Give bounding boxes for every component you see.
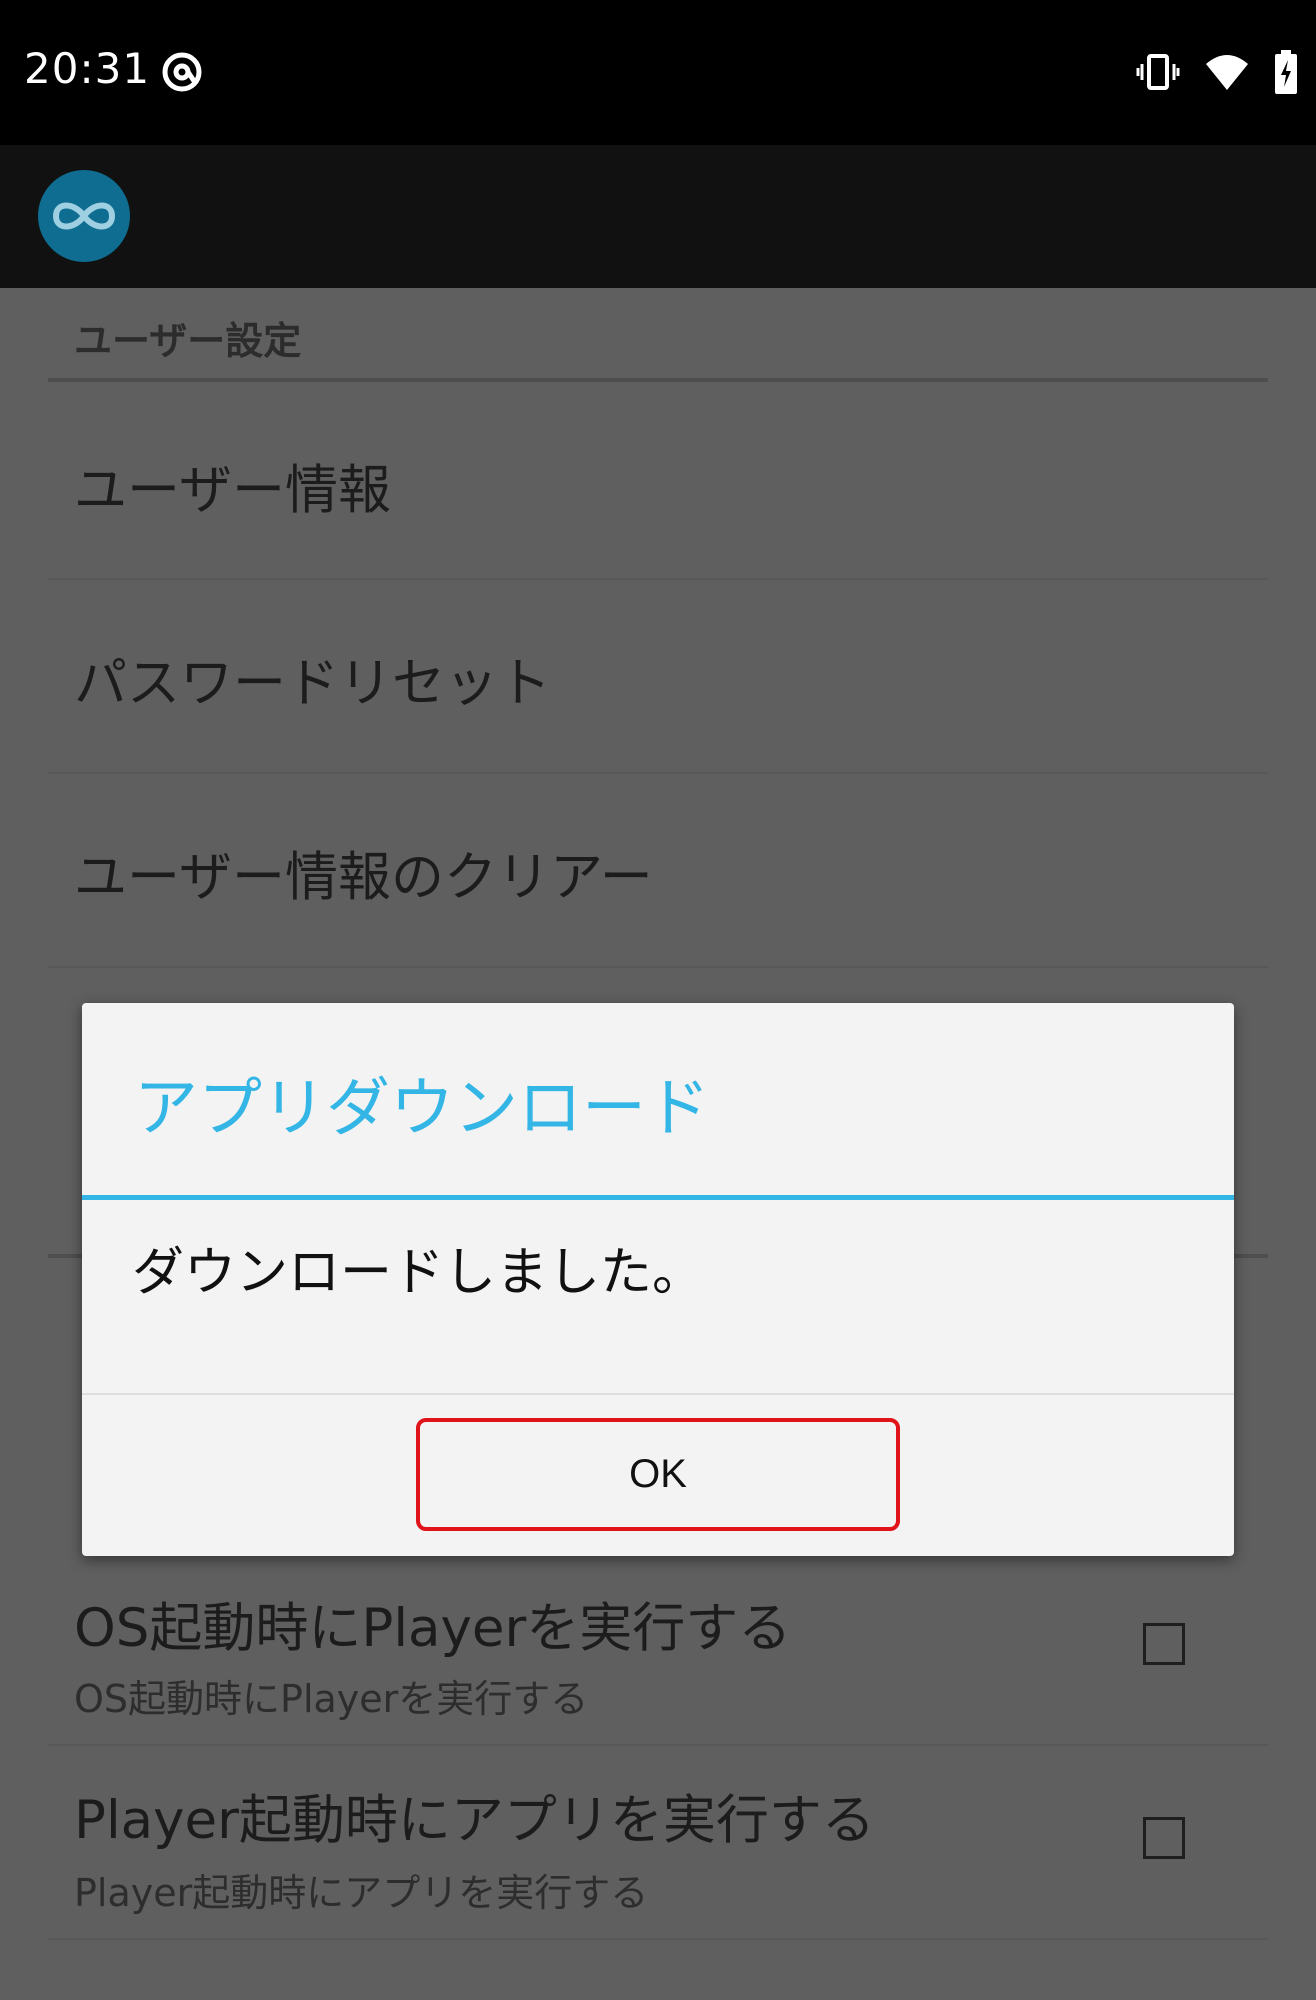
dialog-title-divider	[82, 1195, 1234, 1200]
item-divider	[48, 1938, 1268, 1940]
setting-run-on-os-boot-title[interactable]: OS起動時にPlayerを実行する	[74, 1586, 791, 1662]
setting-clear-user-info[interactable]: ユーザー情報のクリアー	[74, 835, 653, 911]
status-icons	[1136, 50, 1298, 94]
run-on-os-boot-checkbox[interactable]	[1143, 1623, 1185, 1665]
status-bar: 20:31	[0, 0, 1316, 145]
item-divider	[48, 772, 1268, 774]
dialog-message: ダウンロードしました。	[132, 1243, 705, 1303]
setting-run-app-on-player-start-summary: Player起動時にアプリを実行する	[74, 1871, 649, 1915]
dialog-button-divider	[82, 1393, 1234, 1395]
setting-user-info[interactable]: ユーザー情報	[74, 448, 391, 524]
status-time: 20:31	[24, 44, 151, 93]
item-divider	[48, 1744, 1268, 1746]
run-app-on-player-start-checkbox[interactable]	[1143, 1817, 1185, 1859]
setting-password-reset[interactable]: パスワードリセット	[74, 641, 551, 717]
app-bar	[0, 145, 1316, 288]
download-dialog: アプリダウンロード ダウンロードしました。 OK	[82, 1003, 1234, 1556]
dialog-title: アプリダウンロード	[134, 1072, 710, 1146]
setting-run-app-on-player-start-title[interactable]: Player起動時にアプリを実行する	[74, 1778, 875, 1854]
wifi-icon	[1206, 55, 1248, 90]
vibrate-icon	[1136, 54, 1180, 90]
item-divider	[48, 966, 1268, 968]
setting-run-on-os-boot-summary: OS起動時にPlayerを実行する	[74, 1677, 589, 1721]
item-divider	[48, 578, 1268, 580]
section-divider	[48, 378, 1268, 382]
section-header-user-settings: ユーザー設定	[74, 319, 302, 363]
ok-button[interactable]: OK	[416, 1418, 900, 1531]
at-sign-icon	[162, 52, 202, 92]
battery-charging-icon	[1275, 50, 1297, 94]
app-logo-icon[interactable]	[38, 170, 130, 262]
